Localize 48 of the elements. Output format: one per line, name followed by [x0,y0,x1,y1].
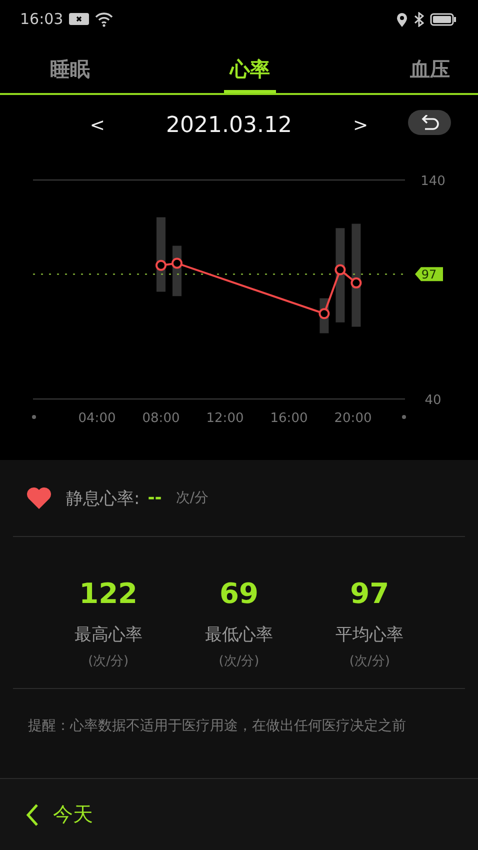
tab[interactable]: 血压 [404,38,456,93]
stat-label: 平均心率 [336,624,404,646]
heart-icon [26,486,52,510]
data-point [334,264,346,276]
stat-label: 最高心率 [74,624,142,646]
data-point [156,260,166,271]
axis-label: 40 [424,393,442,408]
unit-label: (次/分) [218,653,260,670]
wifi-icon [95,12,114,26]
location-icon [396,12,408,26]
stat-label: 最低心率 [204,624,273,646]
axis-label: 04:00 [78,411,116,426]
bluetooth-icon [414,12,424,26]
stat-value: 97 [350,577,390,611]
axis-label: 16:00 [270,411,308,426]
axis-dot [32,415,36,419]
axis-label: 08:00 [142,411,180,426]
battery-icon [430,12,456,26]
resting-rate-value: -- [148,488,162,508]
sim-icon [69,12,90,26]
average-tag: 97 [415,267,443,282]
previous-day-button[interactable]: < [84,114,112,136]
tab[interactable]: 心率 [224,38,276,93]
ref-line-label: 97 [421,268,437,282]
error-bar [172,246,182,296]
axis-label: 20:00 [334,411,372,426]
data-point [318,308,330,320]
disclaimer-text: 提醒：心率数据不适用于医疗用途，在做出任何医疗决定之前 [27,717,407,735]
stat-value: 122 [79,577,138,611]
unit-label: (次/分) [88,653,129,670]
unit-label: 次/分 [176,489,209,507]
date-label: 2021.03.12 [166,112,292,138]
status-time: 16:03 [20,10,64,28]
today-button[interactable]: 今天 [26,801,93,828]
unit-label: (次/分) [349,653,390,670]
next-day-button[interactable]: > [346,114,374,136]
axis-dot [402,415,406,419]
tab[interactable]: 睡眠 [44,38,96,93]
data-point [350,277,362,288]
chevron-left-icon [26,804,39,826]
axis-label: 12:00 [206,411,244,426]
axis-label: 140 [420,174,446,189]
return-button[interactable] [408,110,451,135]
return-icon [420,114,439,130]
resting-rate-label: 静息心率: [66,488,140,510]
error-bar [320,298,329,334]
data-point [172,258,182,269]
stat-value: 69 [220,577,258,611]
